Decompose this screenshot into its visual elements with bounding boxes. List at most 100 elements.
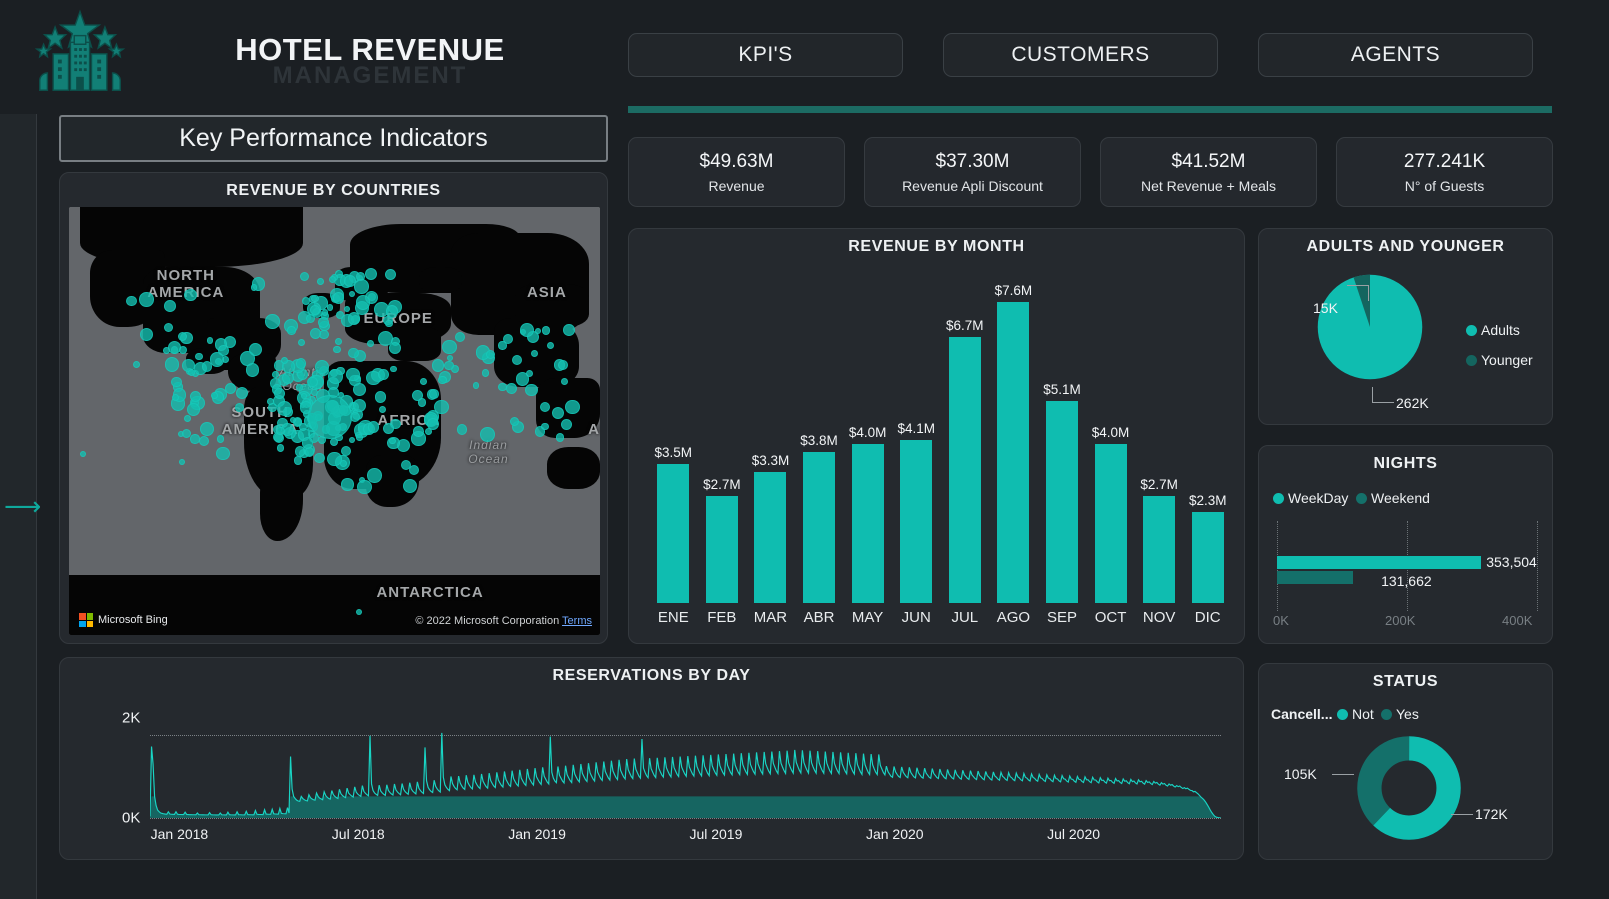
bar-column[interactable]: $2.7M xyxy=(1140,274,1178,603)
map-bubble xyxy=(171,376,182,388)
map-bubble xyxy=(333,345,341,354)
map-region-label: ASIA xyxy=(526,284,567,302)
nights-plot: 353,504 131,662 xyxy=(1277,521,1538,611)
map-bubble xyxy=(126,295,137,307)
map-title: REVENUE BY COUNTRIES xyxy=(226,182,441,199)
revenue-by-countries-panel: REVENUE BY COUNTRIES NORTH AMERICASOUTH … xyxy=(59,172,608,644)
legend-not[interactable]: Not xyxy=(1337,706,1374,722)
map-bubble xyxy=(189,390,201,402)
map-bubble xyxy=(132,361,140,369)
legend-label: Adults xyxy=(1481,322,1520,338)
map-region-label: Indian Ocean xyxy=(468,438,509,467)
revenue-by-month-title: REVENUE BY MONTH xyxy=(848,238,1025,255)
reservations-area-series xyxy=(150,732,1221,818)
bar-rect[interactable] xyxy=(1143,495,1176,603)
map-bubble xyxy=(541,326,551,335)
status-legend-title: Cancell... xyxy=(1271,706,1332,722)
map-bubble xyxy=(348,290,355,298)
bar-column[interactable]: $6.7M xyxy=(946,274,984,603)
bar-category-label: ENE xyxy=(657,609,689,626)
microsoft-logo-icon xyxy=(79,613,93,627)
pie-leader-adults xyxy=(1372,387,1394,403)
tab-kpis[interactable]: KPI'S xyxy=(628,33,903,77)
map-bubble xyxy=(502,333,513,344)
map-bubble xyxy=(485,349,496,359)
kpi-card-net-revenue-meals[interactable]: $41.52M Net Revenue + Meals xyxy=(1100,137,1317,207)
bar-rect[interactable] xyxy=(900,440,933,603)
bar-rect[interactable] xyxy=(1094,444,1127,603)
legend-adults[interactable]: Adults xyxy=(1466,322,1520,338)
map-bubble xyxy=(298,422,307,431)
map-bubble xyxy=(216,446,230,461)
map-bubble xyxy=(311,295,319,303)
map-bubble xyxy=(328,275,336,283)
map-region-label: AUST xyxy=(588,421,600,438)
kpi-card-revenue-apli-discount[interactable]: $37.30M Revenue Apli Discount xyxy=(864,137,1081,207)
bar-rect[interactable] xyxy=(997,301,1030,603)
kpi-card-revenue[interactable]: $49.63M Revenue xyxy=(628,137,845,207)
reservations-xtick: Jan 2018 xyxy=(150,826,209,842)
bar-column[interactable]: $4.0M xyxy=(849,274,886,603)
accent-divider xyxy=(628,106,1552,113)
bar-column[interactable]: $2.7M xyxy=(703,274,741,603)
map-copyright: © 2022 Microsoft Corporation Terms xyxy=(415,615,592,627)
nights-bar-weekend[interactable] xyxy=(1277,571,1354,584)
bar-rect[interactable] xyxy=(754,472,787,603)
map-bubble xyxy=(354,279,369,294)
legend-weekend[interactable]: Weekend xyxy=(1356,490,1430,506)
reservations-by-day-panel: RESERVATIONS BY DAY 2K 0K Jan 2018 Jul 20… xyxy=(59,657,1244,860)
bar-rect[interactable] xyxy=(948,337,981,603)
revenue-by-month-bars: $3.5M $2.7M $3.3M $3.8M $4.0M $4.1M $6.7M $7.6M… xyxy=(649,274,1230,603)
bar-column[interactable]: $4.1M xyxy=(897,274,935,603)
bar-column[interactable]: $5.1M xyxy=(1043,274,1081,603)
legend-label: WeekDay xyxy=(1288,490,1349,506)
map-bubble xyxy=(341,478,354,491)
legend-younger[interactable]: Younger xyxy=(1466,352,1533,368)
map-bubble xyxy=(530,349,538,357)
legend-weekday[interactable]: WeekDay xyxy=(1273,490,1348,506)
map-bubble xyxy=(305,313,315,323)
bar-column[interactable]: $7.6M xyxy=(995,274,1032,603)
bar-category-label: MAY xyxy=(851,609,884,626)
kpi-value: $41.52M xyxy=(1171,150,1246,172)
adults-younger-pie[interactable] xyxy=(1314,271,1426,383)
bar-rect[interactable] xyxy=(705,495,738,603)
tab-agents[interactable]: AGENTS xyxy=(1258,33,1533,77)
bar-rect[interactable] xyxy=(657,464,690,603)
bar-column[interactable]: $3.8M xyxy=(800,274,838,603)
dashboard-root: ⟶ HOTEL REVENUE MANAGEMENT KPI'S CUSTOME… xyxy=(0,0,1609,899)
map-bubble xyxy=(366,339,375,347)
bar-column[interactable]: $3.3M xyxy=(752,274,789,603)
map-bubble xyxy=(138,291,154,307)
bar-rect[interactable] xyxy=(851,444,884,603)
map-bubble xyxy=(184,288,197,301)
map-bubble xyxy=(442,339,457,355)
map-bubble xyxy=(505,382,517,394)
map-bubble xyxy=(216,435,224,443)
nights-xtick-1: 200K xyxy=(1385,613,1416,628)
terms-link[interactable]: Terms xyxy=(562,615,592,627)
legend-yes[interactable]: Yes xyxy=(1381,706,1419,722)
legend-label: Not xyxy=(1352,706,1374,722)
map-bubble xyxy=(276,426,285,436)
reservations-plot[interactable] xyxy=(150,710,1221,819)
status-donut[interactable] xyxy=(1355,734,1463,842)
bar-rect[interactable] xyxy=(803,452,836,603)
nights-bar-weekday[interactable] xyxy=(1277,556,1482,569)
kpi-card-number-of-guests[interactable]: 277.241K N° of Guests xyxy=(1336,137,1553,207)
bar-column[interactable]: $3.5M xyxy=(655,274,692,603)
reservations-ytick-0k: 0K xyxy=(122,809,141,827)
world-map[interactable]: NORTH AMERICASOUTH AMERICAEUROPEASIAAFRI… xyxy=(69,207,600,635)
reservations-ytick-2k: 2K xyxy=(122,709,141,727)
bar-rect[interactable] xyxy=(1045,400,1078,603)
nights-xtick-2: 400K xyxy=(1502,613,1533,628)
reservations-xtick: Jan 2019 xyxy=(508,826,566,842)
tab-customers[interactable]: CUSTOMERS xyxy=(943,33,1218,77)
bar-column[interactable]: $2.3M xyxy=(1189,274,1226,603)
arrow-right-icon[interactable]: ⟶ xyxy=(4,494,41,520)
nights-value-weekday: 353,504 xyxy=(1486,554,1537,570)
map-bubble xyxy=(346,368,360,382)
reservations-xtick: Jul 2020 xyxy=(1047,826,1101,842)
bar-column[interactable]: $4.0M xyxy=(1092,274,1129,603)
bar-rect[interactable] xyxy=(1191,511,1224,603)
